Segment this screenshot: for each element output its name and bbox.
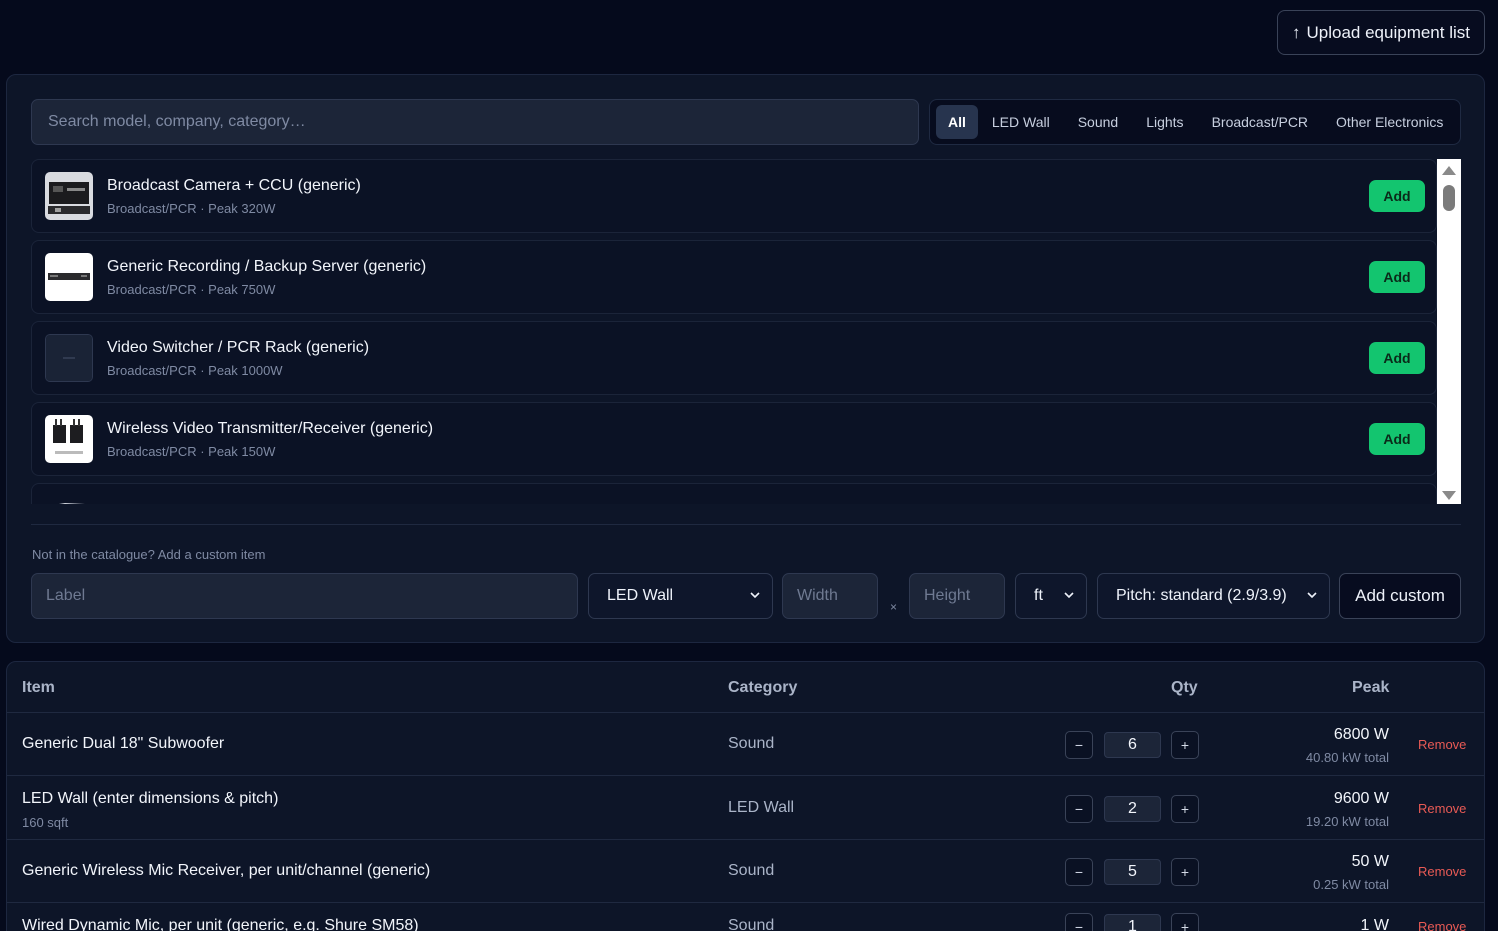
catalog-item-title: Generic Recording / Backup Server (gener… — [107, 258, 427, 275]
scrollbar-thumb[interactable] — [1443, 185, 1455, 211]
row-peak-total: 40.80 kW total — [1305, 750, 1389, 765]
row-peak: 6800 W — [1333, 726, 1389, 743]
decrease-qty-button[interactable]: − — [1065, 858, 1093, 886]
add-button[interactable]: Add — [1369, 342, 1425, 374]
upload-arrow-icon: ↑ — [1292, 22, 1301, 42]
custom-height-input[interactable] — [909, 573, 1005, 619]
qty-input[interactable] — [1104, 859, 1161, 885]
row-category: LED Wall — [728, 799, 795, 816]
catalog-item-subtitle: Broadcast/PCR · Peak 1000W — [107, 363, 283, 378]
remove-button[interactable]: Remove — [1418, 737, 1466, 752]
column-header-item: Item — [22, 679, 55, 696]
catalog-item-partial — [31, 483, 1437, 504]
add-button[interactable]: Add — [1369, 180, 1425, 212]
row-peak-total: 0.25 kW total — [1313, 877, 1389, 892]
remove-button[interactable]: Remove — [1418, 864, 1466, 879]
row-peak: 1 W — [1360, 917, 1389, 931]
column-header-qty: Qty — [1171, 679, 1198, 696]
row-item-note: 160 sqft — [22, 815, 69, 830]
divider — [31, 524, 1461, 525]
row-item-name: Generic Wireless Mic Receiver, per unit/… — [22, 862, 431, 879]
row-category: Sound — [728, 862, 775, 879]
tab-all[interactable]: All — [936, 105, 978, 139]
catalog-scrollbar[interactable] — [1437, 159, 1461, 504]
table-row: LED Wall (enter dimensions & pitch) 160 … — [7, 777, 1484, 840]
qty-input[interactable] — [1104, 914, 1161, 931]
decrease-qty-button[interactable]: − — [1065, 913, 1093, 931]
catalog-item-subtitle: Broadcast/PCR · Peak 150W — [107, 444, 276, 459]
row-peak: 50 W — [1351, 853, 1389, 870]
remove-button[interactable]: Remove — [1418, 919, 1466, 931]
row-item-name: LED Wall (enter dimensions & pitch) — [22, 790, 279, 807]
catalog-panel: All LED Wall Sound Lights Broadcast/PCR … — [6, 74, 1485, 643]
search-input[interactable] — [31, 99, 919, 145]
tab-led-wall[interactable]: LED Wall — [978, 105, 1064, 139]
table-row: Wired Dynamic Mic, per unit (generic, e.… — [7, 903, 1484, 931]
tab-other-electronics[interactable]: Other Electronics — [1322, 105, 1457, 139]
catalog-list[interactable]: Broadcast Camera + CCU (generic) Broadca… — [31, 159, 1437, 504]
increase-qty-button[interactable]: + — [1171, 731, 1199, 759]
placeholder-thumbnail — [45, 334, 93, 382]
catalog-item-subtitle: Broadcast/PCR · Peak 750W — [107, 282, 276, 297]
table-row: Generic Dual 18" Subwoofer Sound − + 680… — [7, 713, 1484, 776]
custom-category-select[interactable]: LED Wall — [588, 573, 773, 619]
scroll-down-arrow-icon[interactable] — [1442, 491, 1456, 500]
equipment-table: Item Category Qty Peak Generic Dual 18" … — [6, 661, 1485, 931]
camera-thumbnail — [45, 172, 93, 220]
row-item-name: Wired Dynamic Mic, per unit (generic, e.… — [22, 917, 419, 931]
catalog-item-title: Broadcast Camera + CCU (generic) — [107, 177, 361, 194]
add-custom-button[interactable]: Add custom — [1339, 573, 1461, 619]
catalog-item-subtitle: Broadcast/PCR · Peak 320W — [107, 201, 276, 216]
table-row: Generic Wireless Mic Receiver, per unit/… — [7, 840, 1484, 903]
category-filter-tabs: All LED Wall Sound Lights Broadcast/PCR … — [929, 99, 1461, 145]
increase-qty-button[interactable]: + — [1171, 913, 1199, 931]
chevron-down-icon — [1307, 592, 1317, 599]
custom-item-hint: Not in the catalogue? Add a custom item — [32, 547, 266, 562]
add-button[interactable]: Add — [1369, 423, 1425, 455]
catalog-item: Video Switcher / PCR Rack (generic) Broa… — [31, 321, 1437, 395]
custom-label-input[interactable] — [31, 573, 578, 619]
upload-label: Upload equipment list — [1306, 22, 1470, 42]
remove-button[interactable]: Remove — [1418, 801, 1466, 816]
cable-thumbnail — [45, 496, 93, 504]
pitch-select[interactable]: Pitch: standard (2.9/3.9) — [1097, 573, 1330, 619]
custom-width-input[interactable] — [782, 573, 878, 619]
unit-select[interactable]: ft — [1015, 573, 1087, 619]
column-header-category: Category — [728, 679, 798, 696]
transmitter-thumbnail — [45, 415, 93, 463]
tab-lights[interactable]: Lights — [1132, 105, 1197, 139]
upload-equipment-list-button[interactable]: ↑ Upload equipment list — [1277, 10, 1485, 55]
custom-category-value: LED Wall — [607, 587, 674, 604]
decrease-qty-button[interactable]: − — [1065, 795, 1093, 823]
scroll-up-arrow-icon[interactable] — [1442, 166, 1456, 175]
catalog-item-title: Wireless Video Transmitter/Receiver (gen… — [107, 420, 434, 437]
increase-qty-button[interactable]: + — [1171, 795, 1199, 823]
unit-value: ft — [1034, 587, 1043, 604]
column-header-peak: Peak — [1352, 679, 1390, 696]
tab-broadcast-pcr[interactable]: Broadcast/PCR — [1198, 105, 1322, 139]
row-item-name: Generic Dual 18" Subwoofer — [22, 735, 225, 752]
catalog-item: Broadcast Camera + CCU (generic) Broadca… — [31, 159, 1437, 233]
row-category: Sound — [728, 735, 775, 752]
increase-qty-button[interactable]: + — [1171, 858, 1199, 886]
row-peak: 9600 W — [1333, 790, 1389, 807]
qty-input[interactable] — [1104, 796, 1161, 822]
times-symbol: × — [890, 600, 898, 614]
chevron-down-icon — [750, 592, 760, 599]
pitch-value: Pitch: standard (2.9/3.9) — [1116, 587, 1287, 604]
qty-input[interactable] — [1104, 732, 1161, 758]
catalog-item-title: Video Switcher / PCR Rack (generic) — [107, 339, 370, 356]
add-button[interactable]: Add — [1369, 261, 1425, 293]
row-peak-total: 19.20 kW total — [1305, 814, 1389, 829]
server-thumbnail — [45, 253, 93, 301]
row-category: Sound — [728, 917, 775, 931]
catalog-item: Generic Recording / Backup Server (gener… — [31, 240, 1437, 314]
decrease-qty-button[interactable]: − — [1065, 731, 1093, 759]
chevron-down-icon — [1064, 592, 1074, 599]
catalog-item: Wireless Video Transmitter/Receiver (gen… — [31, 402, 1437, 476]
tab-sound[interactable]: Sound — [1064, 105, 1132, 139]
